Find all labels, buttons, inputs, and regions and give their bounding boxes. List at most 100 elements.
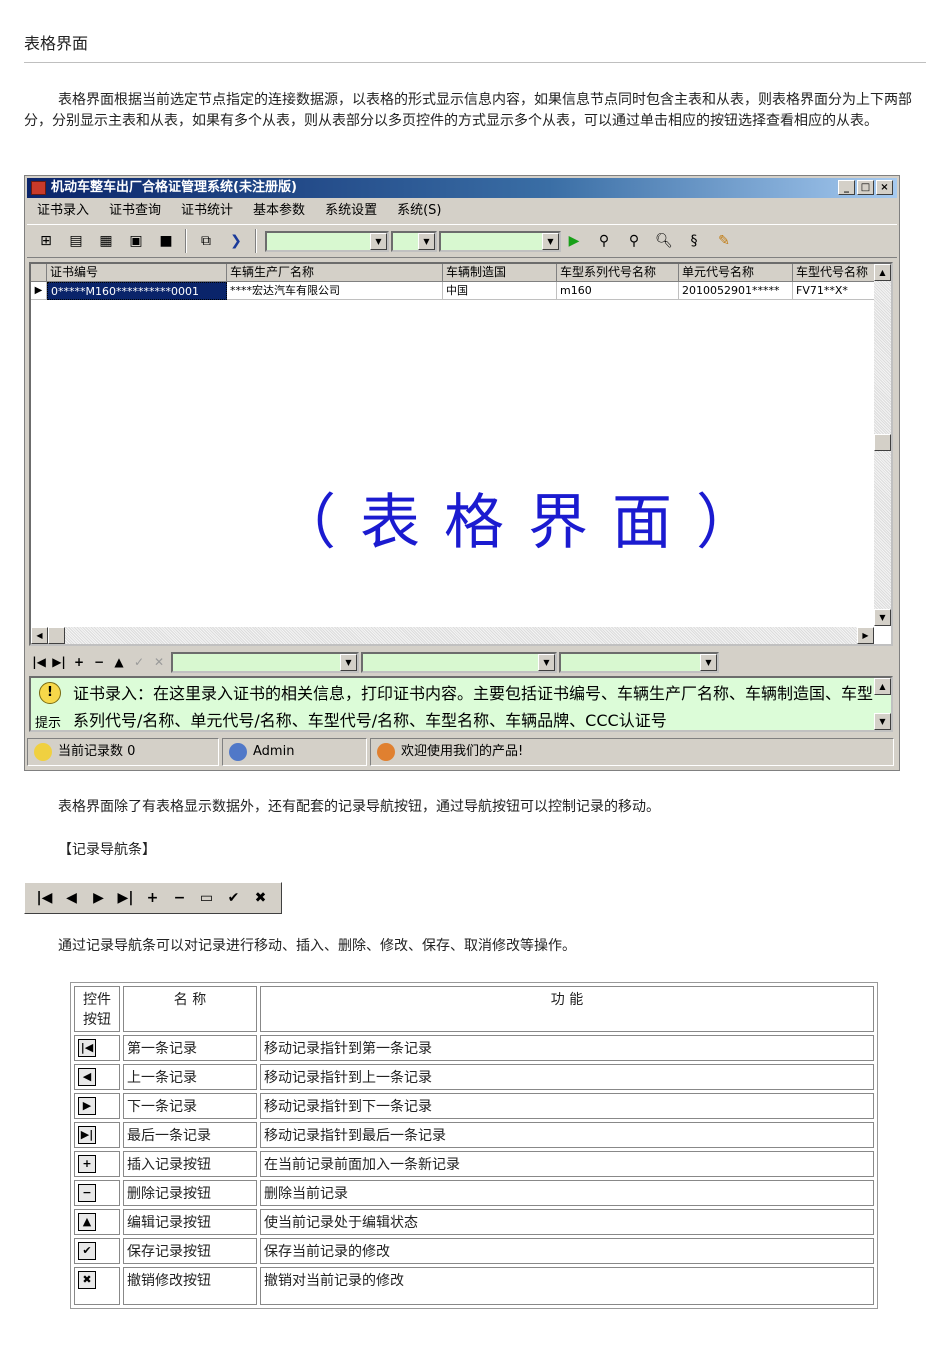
horizontal-scrollbar[interactable]: ◀ ▶ [31, 627, 874, 644]
column-header[interactable]: 车型系列代号名称 [557, 264, 679, 282]
next-icon[interactable]: ▶ [85, 890, 112, 906]
cell-series[interactable]: m160 [557, 282, 679, 300]
cell-unit[interactable]: 2010052901***** [679, 282, 793, 300]
table-row: ▶| 最后一条记录 移动记录指针到最后一条记录 [74, 1122, 874, 1148]
scroll-left-icon[interactable]: ◀ [31, 627, 48, 644]
document-icon[interactable]: ▦ [95, 230, 117, 252]
forward-icon[interactable]: ❯ [225, 230, 247, 252]
scroll-thumb[interactable] [874, 434, 891, 451]
find-icon[interactable]: ⚲ [593, 230, 615, 252]
last-icon[interactable]: ▶| [112, 890, 139, 906]
menu-cert-entry[interactable]: 证书录入 [27, 200, 99, 222]
check-icon[interactable]: ✔ [220, 890, 247, 906]
hint-label: 提示 [35, 716, 62, 731]
column-header[interactable]: 单元代号名称 [679, 264, 793, 282]
page-title: 表格界面 [24, 34, 89, 53]
form-view-icon[interactable]: ▤ [65, 230, 87, 252]
column-header[interactable]: 车型代号名称 [793, 264, 878, 282]
table-row: ▶ 下一条记录 移动记录指针到下一条记录 [74, 1093, 874, 1119]
table-row[interactable]: ▶ 0*****M160**********0001 ****宏达汽车有限公司 … [31, 282, 891, 300]
scroll-right-icon[interactable]: ▶ [857, 627, 874, 644]
scroll-thumb[interactable] [48, 627, 65, 644]
delete-record-icon[interactable]: − [89, 655, 109, 669]
field-select[interactable]: ▼ [265, 230, 389, 252]
window-titlebar: 机动车整车出厂合格证管理系统(未注册版) _ □ × [27, 178, 897, 198]
chevron-down-icon[interactable]: ▼ [538, 653, 555, 671]
chevron-down-icon[interactable]: ▼ [370, 232, 387, 250]
minus-icon[interactable]: − [166, 890, 193, 906]
menu-system-settings[interactable]: 系统设置 [315, 200, 387, 222]
app-logo-icon [31, 181, 46, 195]
plus-icon[interactable]: + [139, 890, 166, 906]
status-welcome: 欢迎使用我们的产品! [370, 738, 894, 766]
edit-icon[interactable]: ▭ [193, 890, 220, 906]
scroll-up-icon[interactable]: ▲ [874, 264, 891, 281]
ops-paragraph: 通过记录导航条可以对记录进行移动、插入、删除、修改、保存、取消修改等操作。 [58, 938, 576, 954]
chart-icon[interactable]: ▣ [125, 230, 147, 252]
data-grid[interactable]: 证书编号 车辆生产厂名称 车辆制造国 车型系列代号名称 单元代号名称 车型代号名… [29, 262, 893, 646]
table-row: ✔ 保存记录按钮 保存当前记录的修改 [74, 1238, 874, 1264]
menu-basic-params[interactable]: 基本参数 [243, 200, 315, 222]
header-name: 名 称 [123, 986, 257, 1032]
prior-icon[interactable]: ◀ [58, 890, 85, 906]
insert-record-icon[interactable]: + [69, 655, 89, 669]
post-record-icon[interactable]: ✓ [129, 655, 149, 669]
cell-manufacturer[interactable]: ****宏达汽车有限公司 [227, 282, 443, 300]
name-cell: 保存记录按钮 [123, 1238, 257, 1264]
play-icon[interactable]: ▶ [563, 230, 585, 252]
chevron-down-icon[interactable]: ▼ [340, 653, 357, 671]
refresh-icon[interactable]: § [683, 230, 705, 252]
chevron-down-icon[interactable]: ▼ [542, 232, 559, 250]
chevron-down-icon[interactable]: ▼ [700, 653, 717, 671]
menu-cert-query[interactable]: 证书查询 [99, 200, 171, 222]
column-header[interactable]: 证书编号 [47, 264, 227, 282]
filter-select-1[interactable]: ▼ [171, 651, 359, 673]
control-cell: ▲ [74, 1209, 120, 1235]
cancel-icon[interactable]: ✖ [247, 890, 274, 906]
toolbar-separator [255, 229, 257, 253]
export-icon[interactable]: ⧉ [195, 230, 217, 252]
close-button[interactable]: × [876, 180, 893, 195]
menu-bar: 证书录入 证书查询 证书统计 基本参数 系统设置 系统(S) [27, 200, 897, 222]
window-icon[interactable]: ■ [155, 230, 177, 252]
table-row: − 删除记录按钮 删除当前记录 [74, 1180, 874, 1206]
prior-icon: ◀ [78, 1068, 96, 1086]
function-cell: 删除当前记录 [260, 1180, 874, 1206]
value-select[interactable]: ▼ [439, 230, 561, 252]
name-cell: 上一条记录 [123, 1064, 257, 1090]
scroll-down-icon[interactable]: ▼ [874, 713, 891, 730]
scroll-up-icon[interactable]: ▲ [874, 678, 891, 695]
first-icon[interactable]: |◀ [31, 890, 58, 906]
table-row: |◀ 第一条记录 移动记录指针到第一条记录 [74, 1035, 874, 1061]
column-header[interactable]: 车辆生产厂名称 [227, 264, 443, 282]
edit-record-icon[interactable]: ▲ [109, 655, 129, 669]
filter-select-3[interactable]: ▼ [559, 651, 719, 673]
chevron-down-icon[interactable]: ▼ [418, 232, 435, 250]
find-next-icon[interactable]: ⚲ [623, 230, 645, 252]
first-record-icon[interactable]: |◀ [29, 655, 49, 669]
zoom-icon[interactable]: 🔍︎ [653, 230, 675, 252]
menu-cert-stats[interactable]: 证书统计 [171, 200, 243, 222]
user-name: Admin [253, 744, 295, 759]
welcome-text: 欢迎使用我们的产品! [401, 744, 524, 759]
cancel-record-icon[interactable]: ✕ [149, 655, 169, 669]
menu-system[interactable]: 系统(S) [387, 200, 451, 222]
header-control: 控件按钮 [74, 986, 120, 1032]
minimize-button[interactable]: _ [838, 180, 855, 195]
tree-icon[interactable]: ⊞ [35, 230, 57, 252]
vertical-scrollbar[interactable]: ▲ ▼ [874, 264, 891, 626]
pencil-icon[interactable]: ✎ [713, 230, 735, 252]
scroll-down-icon[interactable]: ▼ [874, 609, 891, 626]
operator-select[interactable]: ▼ [391, 230, 437, 252]
filter-select-2[interactable]: ▼ [361, 651, 557, 673]
maximize-button[interactable]: □ [857, 180, 874, 195]
cell-country[interactable]: 中国 [443, 282, 557, 300]
last-record-icon[interactable]: ▶| [49, 655, 69, 669]
current-row-icon: ▶ [31, 282, 47, 300]
cell-cert-number[interactable]: 0*****M160**********0001 [47, 282, 227, 300]
name-cell: 编辑记录按钮 [123, 1209, 257, 1235]
lightbulb-icon: ! [39, 682, 61, 704]
cell-model[interactable]: FV71**X* [793, 282, 878, 300]
name-cell: 下一条记录 [123, 1093, 257, 1119]
column-header[interactable]: 车辆制造国 [443, 264, 557, 282]
